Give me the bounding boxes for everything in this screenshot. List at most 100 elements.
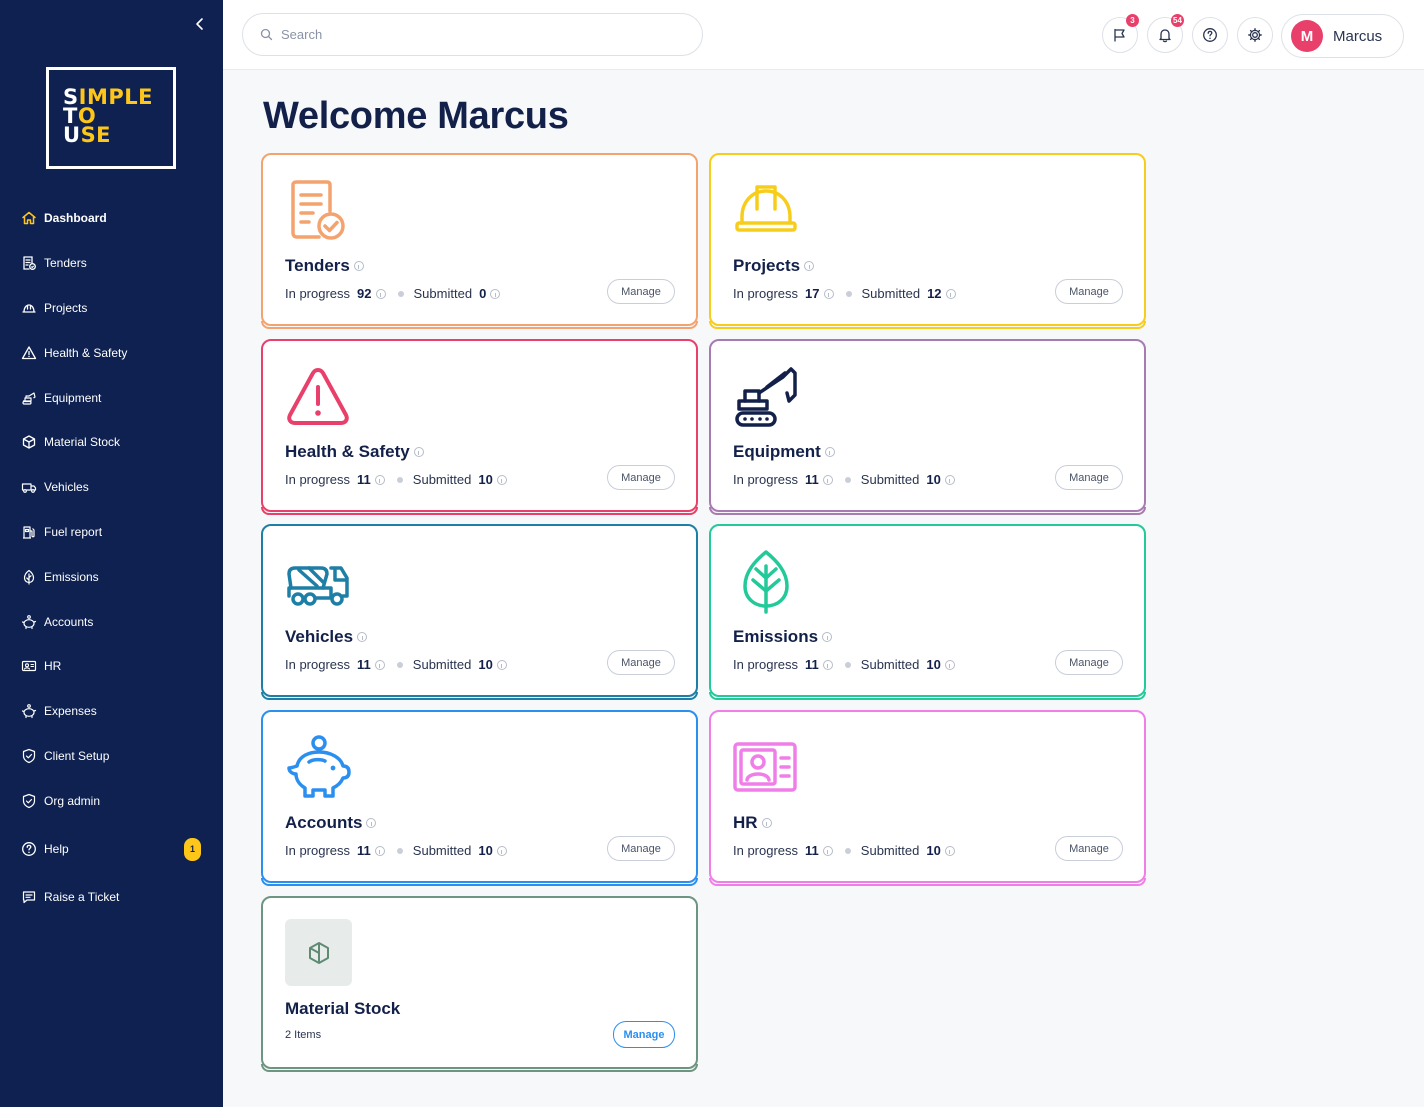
manage-button[interactable]: Manage: [1055, 465, 1123, 490]
help-button[interactable]: [1192, 17, 1228, 53]
vehicles-card[interactable]: Vehicles In progress 11 Submitted 10 Manag…: [261, 524, 698, 700]
info-icon[interactable]: [822, 659, 833, 670]
in-progress-count: 11: [357, 843, 371, 858]
info-icon[interactable]: [374, 845, 385, 856]
info-icon[interactable]: [944, 845, 955, 856]
sidebar-item-org-admin[interactable]: Org admin: [0, 779, 223, 823]
sidebar-item-vehicles[interactable]: Vehicles: [0, 465, 223, 509]
accounts-card[interactable]: Accounts In progress 11 Submitted 10 Manag…: [261, 710, 698, 886]
sidebar-item-help[interactable]: Help 1: [0, 827, 223, 871]
separator-dot: [844, 847, 851, 854]
bell-icon: [1159, 29, 1171, 43]
info-icon[interactable]: [822, 632, 833, 642]
equipment-card[interactable]: Equipment In progress 11 Submitted 10 Mana…: [709, 339, 1146, 515]
info-icon[interactable]: [353, 261, 364, 271]
health-safety-card[interactable]: Health & Safety In progress 11 Submitted 1…: [261, 339, 698, 515]
tenders-card[interactable]: Tenders In progress 92 Submitted 0 Manage: [261, 153, 698, 329]
sidebar-item-label: Expenses: [44, 704, 97, 718]
info-icon[interactable]: [490, 288, 501, 299]
info-icon[interactable]: [496, 474, 507, 485]
info-icon[interactable]: [374, 659, 385, 670]
sidebar-item-hr[interactable]: HR: [0, 644, 223, 688]
card-title: Accounts: [285, 813, 377, 833]
logo[interactable]: SIMPLE TO USE: [46, 67, 176, 169]
in-progress-count: 11: [805, 843, 819, 858]
manage-button[interactable]: Manage: [613, 1021, 675, 1048]
manage-button[interactable]: Manage: [607, 650, 675, 675]
sidebar-item-label: Dashboard: [44, 211, 107, 225]
info-icon[interactable]: [413, 447, 424, 457]
collapse-sidebar-button[interactable]: [190, 14, 210, 34]
manage-button[interactable]: Manage: [607, 279, 675, 304]
sidebar-item-raise-ticket[interactable]: Raise a Ticket: [0, 875, 223, 919]
sidebar-item-expenses[interactable]: Expenses: [0, 689, 223, 733]
info-icon[interactable]: [823, 288, 834, 299]
submitted-count: 10: [926, 657, 941, 672]
sidebar-item-tenders[interactable]: Tenders: [0, 241, 223, 285]
sidebar: SIMPLE TO USE Dashboard Tenders Projects…: [0, 0, 223, 1107]
in-progress-count: 11: [357, 472, 371, 487]
manage-button[interactable]: Manage: [1055, 279, 1123, 304]
separator-dot: [844, 661, 851, 668]
info-icon[interactable]: [944, 659, 955, 670]
sidebar-item-material-stock[interactable]: Material Stock: [0, 420, 223, 464]
card-title: Emissions: [733, 627, 833, 647]
manage-button[interactable]: Manage: [1055, 836, 1123, 861]
info-icon[interactable]: [822, 474, 833, 485]
sidebar-item-emissions[interactable]: Emissions: [0, 555, 223, 599]
sidebar-item-accounts[interactable]: Accounts: [0, 600, 223, 644]
submitted-count: 0: [479, 286, 487, 301]
hard-hat-icon: [733, 177, 799, 243]
info-icon[interactable]: [804, 261, 815, 271]
sidebar-item-dashboard[interactable]: Dashboard: [0, 196, 223, 240]
info-icon[interactable]: [944, 474, 955, 485]
card-stats: In progress 17 Submitted 12: [733, 286, 956, 301]
search-input[interactable]: [281, 27, 681, 42]
emissions-card[interactable]: Emissions In progress 11 Submitted 10 Mana…: [709, 524, 1146, 700]
manage-button[interactable]: Manage: [607, 465, 675, 490]
projects-card[interactable]: Projects In progress 17 Submitted 12 Manag…: [709, 153, 1146, 329]
sidebar-item-equipment[interactable]: Equipment: [0, 376, 223, 420]
settings-button[interactable]: [1237, 17, 1273, 53]
sidebar-item-fuel-report[interactable]: Fuel report: [0, 510, 223, 554]
sidebar-item-client-setup[interactable]: Client Setup: [0, 734, 223, 778]
sidebar-item-label: Emissions: [44, 570, 99, 584]
info-icon[interactable]: [761, 818, 772, 828]
sidebar-item-label: Material Stock: [44, 435, 121, 449]
sidebar-item-label: Projects: [44, 301, 88, 315]
manage-button[interactable]: Manage: [607, 836, 675, 861]
sidebar-item-label: Health & Safety: [44, 346, 128, 360]
help-icon: [1203, 28, 1217, 42]
user-menu-button[interactable]: M Marcus: [1281, 14, 1404, 58]
chevron-left-icon: [196, 18, 203, 30]
info-icon[interactable]: [366, 818, 377, 828]
info-icon[interactable]: [357, 632, 368, 642]
info-icon[interactable]: [375, 288, 386, 299]
announcements-badge: 3: [1126, 14, 1139, 27]
submitted-count: 10: [478, 472, 493, 487]
hr-card[interactable]: HR In progress 11 Submitted 10 Manage: [709, 710, 1146, 886]
announcements-button[interactable]: 3: [1102, 14, 1139, 53]
document-check-icon: [23, 256, 36, 270]
sidebar-item-label: Fuel report: [44, 525, 103, 539]
info-icon[interactable]: [374, 474, 385, 485]
box-icon: [285, 919, 352, 986]
sidebar-item-projects[interactable]: Projects: [0, 286, 223, 330]
separator-dot: [396, 661, 403, 668]
info-icon[interactable]: [945, 288, 956, 299]
manage-button[interactable]: Manage: [1055, 650, 1123, 675]
notifications-button[interactable]: 54: [1147, 14, 1184, 53]
id-card-icon: [21, 660, 37, 672]
info-icon[interactable]: [822, 845, 833, 856]
separator-dot: [397, 290, 404, 297]
material-stock-card[interactable]: Material Stock 2 Items Manage: [261, 896, 698, 1072]
user-name: Marcus: [1333, 27, 1383, 45]
id-card-icon: [733, 734, 799, 800]
search-box[interactable]: [242, 13, 703, 56]
separator-dot: [845, 290, 852, 297]
sidebar-item-health-safety[interactable]: Health & Safety: [0, 331, 223, 375]
info-icon[interactable]: [824, 447, 835, 457]
info-icon[interactable]: [496, 659, 507, 670]
sidebar-item-label: Vehicles: [44, 480, 89, 494]
info-icon[interactable]: [496, 845, 507, 856]
